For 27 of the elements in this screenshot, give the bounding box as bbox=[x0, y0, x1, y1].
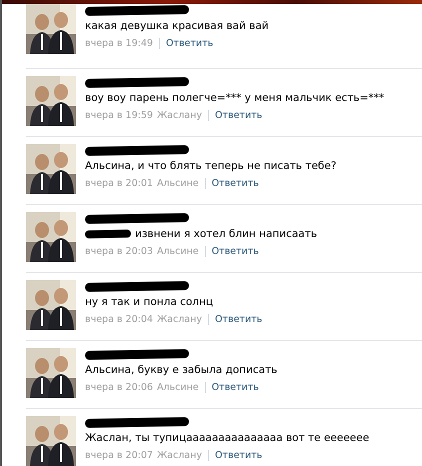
comment-text: какая девушка красивая вай вай bbox=[85, 20, 269, 32]
reply-link[interactable]: Ответить bbox=[212, 246, 259, 257]
comment-text: Альсина, букву е забыла дописать bbox=[85, 364, 278, 376]
reply-link[interactable]: Ответить bbox=[212, 178, 259, 189]
comment-text: Альсина, и что блять теперь не писать тебе? bbox=[85, 160, 336, 172]
comment-text: извнени я хотел блин написаать bbox=[135, 228, 318, 240]
comment-date: вчера в 20:01 bbox=[85, 178, 153, 189]
reply-link[interactable]: Ответить bbox=[166, 38, 214, 49]
comment-date: вчера в 20:04 bbox=[85, 314, 153, 325]
comment-date: вчера в 20:03 bbox=[85, 246, 153, 257]
comment-date: вчера в 20:06 bbox=[85, 382, 153, 393]
reply-recipient: Жаслану bbox=[156, 110, 202, 121]
reply-link[interactable]: Ответить bbox=[214, 314, 262, 325]
comment-text: воу воу парень полегче=*** у меня мальчик есть=*** bbox=[85, 92, 384, 104]
reply-link[interactable]: Ответить bbox=[212, 382, 259, 393]
reply-recipient: Альсине bbox=[156, 178, 199, 189]
reply-recipient: Альсине bbox=[156, 246, 199, 257]
comment-text: ну я так и понла солнц bbox=[85, 296, 214, 308]
comment-text: Жаслан, ты тупицааааааааааааааа вот те еееееее bbox=[85, 432, 370, 444]
comment-date: вчера в 20:07 bbox=[85, 450, 153, 461]
reply-recipient: Жаслану bbox=[156, 450, 202, 461]
reply-link[interactable]: Ответить bbox=[214, 450, 262, 461]
reply-recipient: Альсине bbox=[156, 382, 199, 393]
comment-date: вчера в 19:59 bbox=[85, 110, 153, 121]
comment-date: вчера в 19:49 bbox=[85, 38, 153, 49]
reply-recipient: Жаслану bbox=[156, 314, 202, 325]
reply-link[interactable]: Ответить bbox=[214, 110, 262, 121]
